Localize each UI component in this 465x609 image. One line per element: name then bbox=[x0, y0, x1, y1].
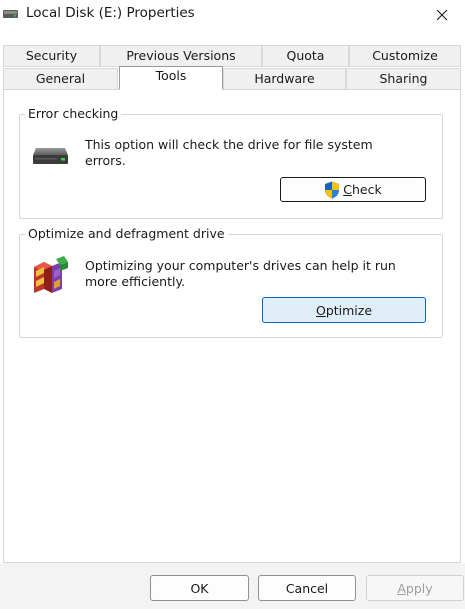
hard-drive-icon bbox=[33, 148, 68, 164]
check-button[interactable]: Check bbox=[280, 177, 426, 202]
tab-quota[interactable]: Quota bbox=[262, 45, 349, 67]
optimize-button[interactable]: Optimize bbox=[262, 297, 426, 323]
defrag-blocks-icon bbox=[34, 256, 68, 293]
drive-icon bbox=[3, 10, 18, 18]
close-button[interactable] bbox=[419, 0, 465, 30]
tab-hardware[interactable]: Hardware bbox=[223, 68, 346, 90]
tab-customize[interactable]: Customize bbox=[349, 45, 461, 67]
optimize-button-label: Optimize bbox=[315, 302, 373, 318]
error-checking-description: This option will check the drive for fil… bbox=[85, 137, 373, 168]
error-checking-title: Error checking bbox=[25, 106, 122, 121]
tab-previous-versions[interactable]: Previous Versions bbox=[100, 45, 262, 67]
cancel-button[interactable]: Cancel bbox=[258, 575, 356, 601]
tab-general[interactable]: General bbox=[3, 68, 118, 90]
title-bar: Local Disk (E:) Properties bbox=[0, 0, 465, 30]
window-title: Local Disk (E:) Properties bbox=[26, 5, 195, 21]
tab-tools[interactable]: Tools bbox=[119, 66, 223, 89]
tab-security[interactable]: Security bbox=[3, 45, 100, 67]
ok-button[interactable]: OK bbox=[150, 575, 249, 601]
tab-sharing[interactable]: Sharing bbox=[346, 68, 461, 90]
apply-button: Apply bbox=[366, 575, 464, 601]
apply-button-label: Apply bbox=[397, 580, 433, 596]
tab-tools-connector bbox=[120, 87, 222, 90]
optimize-title: Optimize and defragment drive bbox=[25, 226, 228, 241]
uac-shield-icon bbox=[325, 181, 340, 198]
optimize-description: Optimizing your computer's drives can he… bbox=[85, 258, 396, 289]
close-icon bbox=[436, 9, 448, 21]
check-button-label: Check bbox=[343, 182, 382, 197]
